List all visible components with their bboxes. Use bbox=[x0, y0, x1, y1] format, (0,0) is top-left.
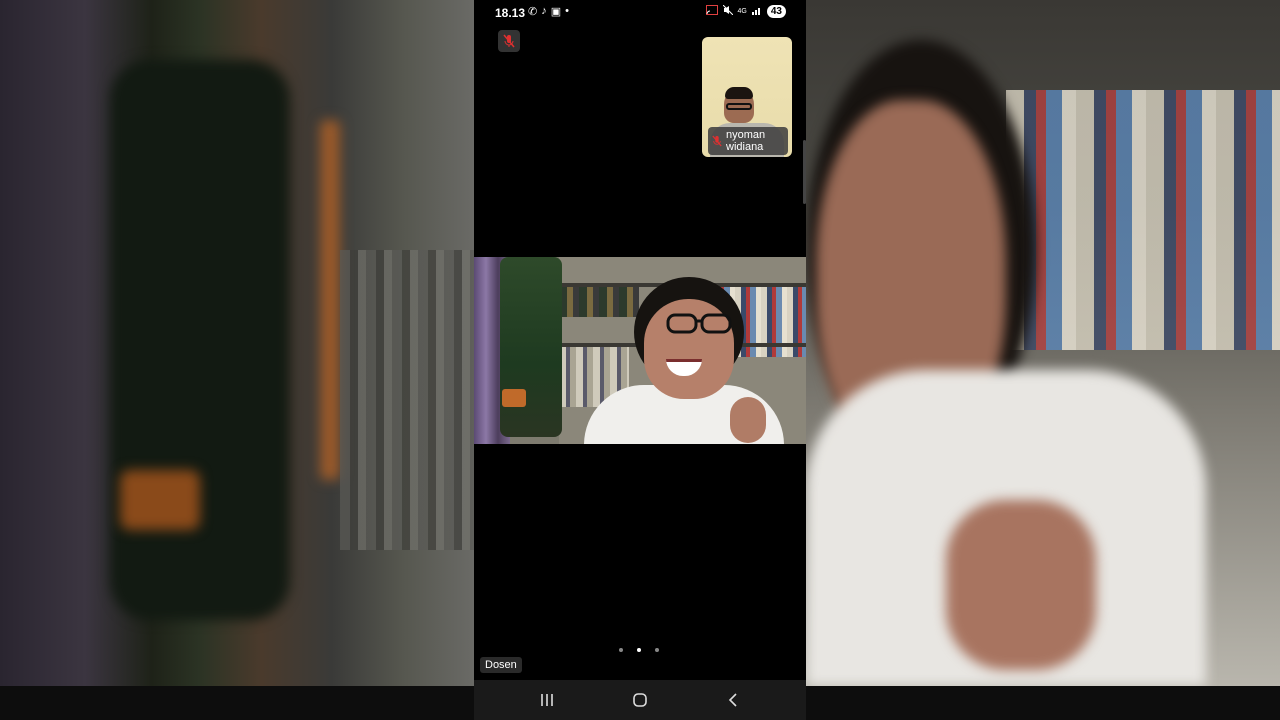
self-mic-toggle[interactable] bbox=[498, 30, 520, 52]
page-indicator[interactable] bbox=[619, 648, 659, 652]
status-time: 18.13 bbox=[495, 6, 526, 20]
scroll-indicator bbox=[803, 140, 806, 204]
blurred-backdrop-right bbox=[806, 0, 1280, 686]
participant-name-tag: nyoman widiana bbox=[708, 127, 788, 155]
page-dot[interactable] bbox=[619, 648, 623, 652]
whatsapp-icon: ✆ bbox=[528, 6, 538, 18]
system-icons: 4G 43 bbox=[705, 4, 786, 18]
phone-screen: 18.13 ✆ ♪ ▣ • 4G 43 nyoman widiana Dosen bbox=[474, 0, 806, 720]
shelf-books bbox=[1006, 90, 1280, 350]
notification-icons: ✆ ♪ ▣ • bbox=[528, 5, 569, 18]
cast-icon bbox=[705, 5, 718, 18]
speaker-role-label: Dosen bbox=[480, 657, 522, 673]
speaker-hand bbox=[730, 397, 766, 443]
hanging-jacket bbox=[500, 257, 562, 437]
status-bar: 18.13 ✆ ♪ ▣ • 4G 43 bbox=[474, 0, 806, 26]
4g-icon: 4G bbox=[737, 8, 747, 15]
shelf-books bbox=[340, 250, 474, 550]
home-button[interactable] bbox=[626, 688, 654, 712]
tiktok-icon: ♪ bbox=[541, 5, 547, 17]
participant-glasses bbox=[726, 103, 752, 110]
participant-name: nyoman widiana bbox=[726, 129, 766, 153]
page-dot-active[interactable] bbox=[637, 648, 641, 652]
books-row bbox=[559, 287, 639, 317]
recent-apps-button[interactable] bbox=[533, 688, 561, 712]
mute-icon bbox=[722, 4, 733, 18]
mic-off-icon bbox=[712, 135, 722, 147]
back-button[interactable] bbox=[719, 688, 747, 712]
recent-apps-icon bbox=[541, 694, 553, 706]
hand-shape bbox=[946, 500, 1096, 670]
video-icon: ▣ bbox=[550, 6, 562, 18]
navigation-bar bbox=[474, 680, 806, 720]
back-icon bbox=[728, 693, 737, 707]
home-icon bbox=[633, 693, 647, 707]
blurred-backdrop-left bbox=[0, 0, 474, 686]
orange-patch bbox=[120, 470, 200, 530]
page-dot[interactable] bbox=[655, 648, 659, 652]
speaker-glasses bbox=[666, 313, 732, 334]
participant-hair bbox=[725, 87, 753, 99]
participant-thumbnail[interactable]: nyoman widiana bbox=[702, 37, 792, 157]
battery-badge: 43 bbox=[766, 5, 786, 18]
mic-off-icon bbox=[503, 34, 515, 48]
signal-icon bbox=[751, 5, 762, 18]
orange-patch bbox=[502, 389, 526, 407]
jacket-shape bbox=[110, 60, 290, 620]
dot-icon: • bbox=[565, 5, 569, 17]
main-video-feed[interactable] bbox=[474, 257, 806, 444]
orange-strip bbox=[320, 120, 340, 480]
